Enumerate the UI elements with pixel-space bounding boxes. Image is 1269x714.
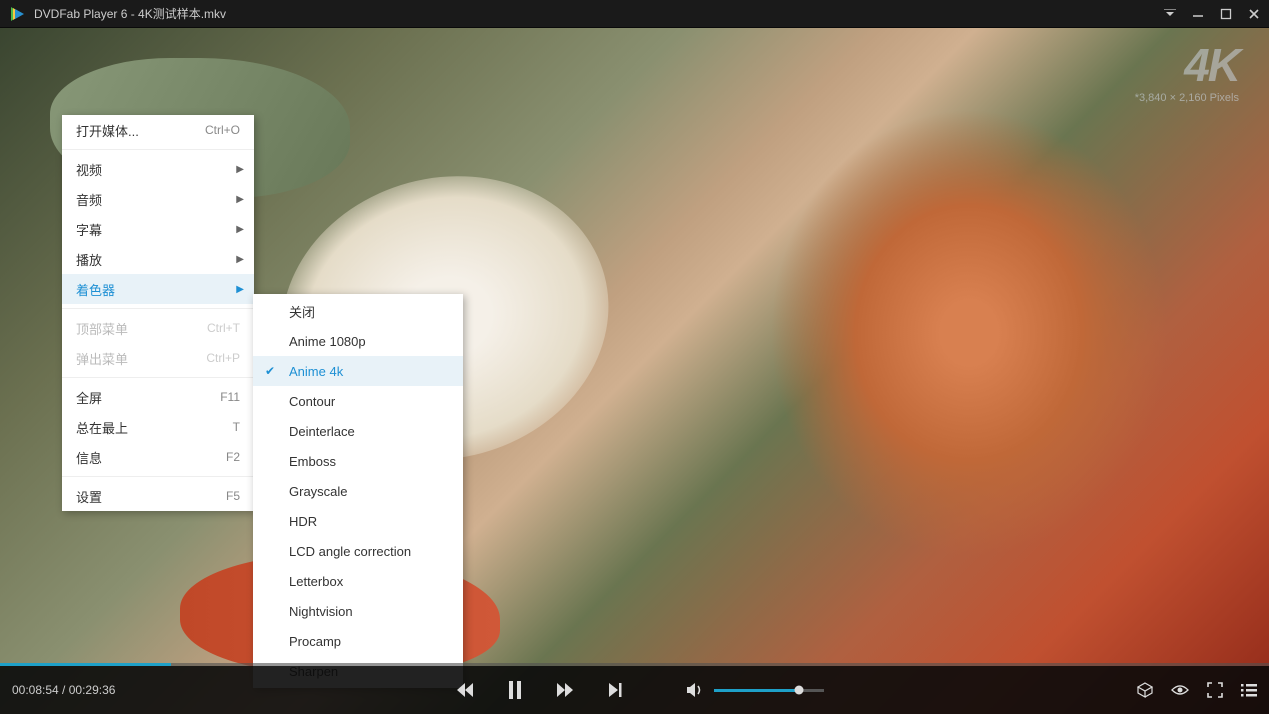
shader-letterbox[interactable]: Letterbox: [253, 566, 463, 596]
watermark-4k-text: 4K: [1135, 38, 1239, 92]
menu-label: 顶部菜单: [76, 319, 207, 338]
time-display: 00:08:54 / 00:29:36: [12, 683, 142, 697]
menu-audio[interactable]: 音频 ▶: [62, 184, 254, 214]
shader-nightvision[interactable]: Nightvision: [253, 596, 463, 626]
volume-control: [686, 682, 824, 698]
close-button[interactable]: [1247, 7, 1261, 21]
volume-fill: [714, 689, 800, 692]
window-controls: [1163, 7, 1261, 21]
transport-controls: [142, 681, 1137, 699]
menu-separator: [62, 476, 254, 477]
eye-icon[interactable]: [1171, 683, 1189, 697]
menu-label: 弹出菜单: [76, 349, 206, 368]
menu-label: 全屏: [76, 388, 220, 407]
sub-label: Nightvision: [289, 604, 353, 619]
shader-hdr[interactable]: HDR: [253, 506, 463, 536]
menu-separator: [62, 377, 254, 378]
shader-procamp[interactable]: Procamp: [253, 626, 463, 656]
pause-button[interactable]: [508, 681, 522, 699]
menu-label: 总在最上: [76, 418, 233, 437]
menu-fullscreen[interactable]: 全屏 F11: [62, 382, 254, 412]
menu-open-media[interactable]: 打开媒体... Ctrl+O: [62, 115, 254, 145]
menu-shortcut: F11: [220, 390, 240, 404]
minimize-button[interactable]: [1191, 7, 1205, 21]
time-sep: /: [59, 683, 69, 697]
shader-anime-4k[interactable]: ✔ Anime 4k: [253, 356, 463, 386]
window-title: DVDFab Player 6 - 4K测试样本.mkv: [34, 5, 1163, 22]
menu-playback[interactable]: 播放 ▶: [62, 244, 254, 274]
menu-shortcut: Ctrl+O: [205, 123, 240, 137]
sub-label: Anime 4k: [289, 364, 343, 379]
volume-thumb[interactable]: [795, 686, 804, 695]
shader-anime-1080p[interactable]: Anime 1080p: [253, 326, 463, 356]
menu-separator: [62, 308, 254, 309]
sub-label: 关闭: [289, 302, 315, 321]
menu-shortcut: T: [233, 420, 240, 434]
context-menu: 打开媒体... Ctrl+O 视频 ▶ 音频 ▶ 字幕 ▶ 播放 ▶ 着色器 ▶…: [62, 115, 254, 511]
menu-shortcut: F2: [226, 450, 240, 464]
sub-label: LCD angle correction: [289, 544, 411, 559]
sub-label: HDR: [289, 514, 317, 529]
fast-forward-button[interactable]: [556, 682, 574, 698]
sub-label: Grayscale: [289, 484, 348, 499]
menu-settings[interactable]: 设置 F5: [62, 481, 254, 511]
sub-label: Procamp: [289, 634, 341, 649]
menu-label: 信息: [76, 448, 226, 467]
shader-grayscale[interactable]: Grayscale: [253, 476, 463, 506]
shader-submenu: 关闭 Anime 1080p ✔ Anime 4k Contour Deinte…: [253, 294, 463, 688]
menu-video[interactable]: 视频 ▶: [62, 154, 254, 184]
app-logo-icon: [8, 5, 26, 23]
watermark-resolution-text: *3,840 × 2,160 Pixels: [1135, 92, 1239, 104]
maximize-button[interactable]: [1219, 7, 1233, 21]
submenu-arrow-icon: ▶: [236, 164, 244, 175]
menu-info[interactable]: 信息 F2: [62, 442, 254, 472]
shader-emboss[interactable]: Emboss: [253, 446, 463, 476]
menu-label: 播放: [76, 250, 240, 269]
shader-lcd[interactable]: LCD angle correction: [253, 536, 463, 566]
sub-label: Deinterlace: [289, 424, 355, 439]
shader-contour[interactable]: Contour: [253, 386, 463, 416]
menu-label: 视频: [76, 160, 240, 179]
menu-shortcut: F5: [226, 489, 240, 503]
menu-always-on-top[interactable]: 总在最上 T: [62, 412, 254, 442]
time-current: 00:08:54: [12, 683, 59, 697]
menu-subtitle[interactable]: 字幕 ▶: [62, 214, 254, 244]
submenu-arrow-icon: ▶: [236, 224, 244, 235]
player-controls: 00:08:54 / 00:29:36: [0, 666, 1269, 714]
rewind-button[interactable]: [456, 682, 474, 698]
next-button[interactable]: [608, 682, 622, 698]
cube-icon[interactable]: [1137, 682, 1153, 698]
menu-label: 着色器: [76, 280, 240, 299]
volume-icon[interactable]: [686, 682, 704, 698]
shader-off[interactable]: 关闭: [253, 296, 463, 326]
volume-slider[interactable]: [714, 689, 824, 692]
menu-label: 设置: [76, 487, 226, 506]
menu-label: 打开媒体...: [76, 121, 205, 140]
fullscreen-icon[interactable]: [1207, 682, 1223, 698]
submenu-arrow-icon: ▶: [236, 194, 244, 205]
menu-popup-menu: 弹出菜单 Ctrl+P: [62, 343, 254, 373]
sub-label: Anime 1080p: [289, 334, 366, 349]
right-controls: [1137, 682, 1257, 698]
shader-deinterlace[interactable]: Deinterlace: [253, 416, 463, 446]
menu-label: 音频: [76, 190, 240, 209]
titlebar: DVDFab Player 6 - 4K测试样本.mkv: [0, 0, 1269, 28]
check-icon: ✔: [265, 364, 275, 378]
menu-shortcut: Ctrl+T: [207, 321, 240, 335]
menu-shortcut: Ctrl+P: [206, 351, 240, 365]
resolution-watermark: 4K *3,840 × 2,160 Pixels: [1135, 38, 1239, 104]
sub-label: Contour: [289, 394, 335, 409]
menu-top-menu: 顶部菜单 Ctrl+T: [62, 313, 254, 343]
menu-label: 字幕: [76, 220, 240, 239]
menu-separator: [62, 149, 254, 150]
time-total: 00:29:36: [69, 683, 116, 697]
sub-label: Emboss: [289, 454, 336, 469]
dropdown-icon[interactable]: [1163, 7, 1177, 21]
menu-shader[interactable]: 着色器 ▶: [62, 274, 254, 304]
playlist-icon[interactable]: [1241, 683, 1257, 697]
submenu-arrow-icon: ▶: [236, 284, 244, 295]
sub-label: Letterbox: [289, 574, 343, 589]
submenu-arrow-icon: ▶: [236, 254, 244, 265]
